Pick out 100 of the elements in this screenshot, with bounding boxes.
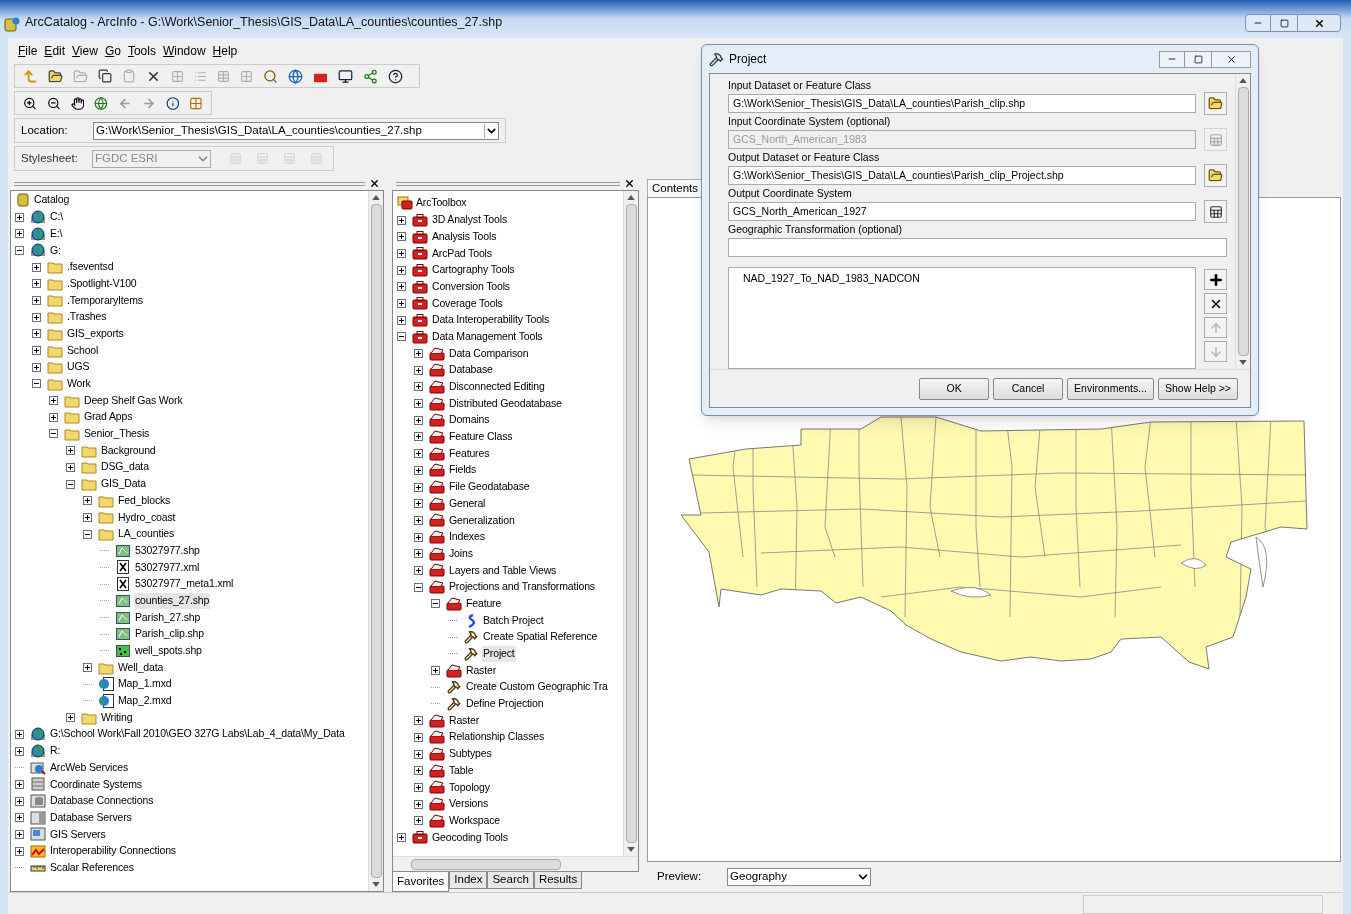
tree-item[interactable]: Generalization — [448, 512, 516, 529]
menu-item[interactable]: File — [18, 42, 38, 60]
tree-item[interactable]: Geocoding Tools — [431, 829, 509, 846]
tree-item[interactable]: Relationship Classes — [448, 729, 546, 746]
tree-item[interactable]: Projections and Transformations — [448, 579, 596, 596]
tree-item[interactable]: 53027977.shp — [134, 542, 201, 559]
tree-item[interactable]: C:\ — [49, 209, 64, 225]
list-item[interactable]: NAD_1927_To_NAD_1983_NADCON — [729, 270, 1195, 288]
dialog-button[interactable]: Show Help >> — [1158, 377, 1238, 400]
tree-item[interactable]: Database Connections — [49, 793, 155, 809]
expander-box[interactable] — [397, 265, 406, 275]
scroll-down-icon[interactable] — [627, 847, 635, 852]
model-builder-icon[interactable] — [363, 68, 378, 84]
tree-item[interactable]: Writing — [100, 709, 134, 726]
expander-box[interactable] — [83, 512, 92, 522]
expander-box[interactable] — [15, 846, 24, 856]
expander-box[interactable] — [83, 663, 92, 673]
expander-box[interactable] — [397, 298, 406, 308]
expander-box[interactable] — [414, 415, 423, 425]
expander-box[interactable] — [83, 529, 92, 539]
search-icon[interactable] — [263, 68, 278, 84]
expander-box[interactable] — [414, 449, 423, 459]
panel-tab[interactable]: Index — [449, 872, 488, 889]
expander-box[interactable] — [397, 332, 406, 342]
expander-box[interactable] — [414, 716, 423, 726]
tree-item[interactable]: Subtypes — [448, 746, 493, 762]
properties-button[interactable] — [1204, 200, 1227, 223]
expander-box[interactable] — [414, 349, 423, 359]
tree-item[interactable]: Work — [66, 376, 92, 392]
pan-icon[interactable] — [70, 95, 85, 111]
horizontal-scrollbar[interactable] — [393, 856, 638, 871]
tree-item[interactable]: Coordinate Systems — [49, 776, 143, 793]
tree-item[interactable]: Well_data — [117, 659, 165, 676]
tree-item[interactable]: Create Spatial Reference — [482, 629, 599, 646]
menu-item[interactable]: Help — [212, 42, 238, 60]
tree-item[interactable]: Feature — [465, 595, 503, 612]
identify-icon[interactable] — [165, 95, 180, 111]
help-icon[interactable] — [388, 68, 403, 84]
tree-item[interactable]: Disconnected Editing — [448, 379, 546, 395]
browse-button[interactable] — [1204, 92, 1227, 115]
minimize-button[interactable] — [1245, 14, 1271, 32]
tree-item[interactable]: Batch Project — [482, 612, 545, 629]
menu-item[interactable]: View — [72, 42, 98, 60]
expander-box[interactable] — [414, 582, 423, 592]
tree-item[interactable]: Analysis Tools — [431, 228, 498, 245]
tree-item[interactable]: Indexes — [448, 529, 486, 545]
tree-item[interactable]: .TemporaryItems — [66, 292, 144, 309]
scroll-down-icon[interactable] — [1239, 360, 1247, 365]
expander-box[interactable] — [32, 346, 41, 356]
tree-item[interactable]: LA_counties — [117, 526, 176, 542]
tree-item[interactable]: ArcToolbox — [416, 195, 467, 212]
expander-box[interactable] — [414, 382, 423, 392]
tree-item[interactable]: Feature Class — [448, 429, 514, 445]
expander-box[interactable] — [49, 429, 58, 439]
tree-item[interactable]: Hydro_coast — [117, 509, 177, 526]
tree-item[interactable]: Raster — [465, 662, 498, 679]
expander-box[interactable] — [397, 315, 406, 325]
scroll-down-icon[interactable] — [372, 882, 380, 887]
expander-box[interactable] — [397, 832, 406, 842]
tree-item[interactable]: .Trashes — [66, 309, 108, 326]
tree-item[interactable]: Cartography Tools — [431, 262, 516, 278]
tree-item[interactable]: Scalar References — [49, 859, 135, 876]
tree-item[interactable]: Parish_clip.shp — [134, 626, 205, 643]
panel-tab[interactable]: Search — [487, 872, 534, 889]
expander-box[interactable] — [83, 496, 92, 506]
copy-icon[interactable] — [98, 69, 112, 83]
dialog-button[interactable]: OK — [919, 377, 990, 400]
menu-item[interactable]: Edit — [44, 42, 66, 60]
tree-item[interactable]: Interoperability Connections — [49, 843, 177, 860]
expander-box[interactable] — [15, 779, 24, 789]
tree-item[interactable]: UGS — [66, 359, 91, 376]
expander-box[interactable] — [414, 565, 423, 575]
expander-box[interactable] — [414, 515, 423, 525]
tree-item[interactable]: ArcWeb Services — [49, 759, 130, 776]
expander-box[interactable] — [414, 465, 423, 475]
expander-box[interactable] — [397, 282, 406, 292]
location-field[interactable]: G:\Work\Senior_Thesis\GIS_Data\LA_counties\counties_27.shp — [93, 121, 499, 140]
scrollbar[interactable] — [623, 191, 638, 856]
expander-box[interactable] — [32, 379, 41, 389]
tree-item[interactable]: General — [448, 495, 487, 512]
tree-item[interactable]: Joins — [448, 545, 474, 562]
tree-item[interactable]: G: — [49, 242, 62, 259]
tree-item[interactable]: .fseventsd — [66, 259, 115, 275]
tree-item[interactable]: Senior_Thesis — [83, 426, 151, 442]
expander-box[interactable] — [414, 499, 423, 509]
expander-box[interactable] — [32, 279, 41, 289]
tree-item[interactable]: Domains — [448, 412, 491, 429]
close-icon[interactable] — [369, 178, 380, 189]
expander-box[interactable] — [414, 782, 423, 792]
expander-box[interactable] — [49, 396, 58, 406]
tree-item[interactable]: Data Management Tools — [431, 328, 544, 345]
scrollbar[interactable] — [1235, 74, 1250, 369]
tree-item[interactable]: Project — [482, 646, 516, 662]
list-tool-button[interactable] — [1204, 269, 1227, 290]
tree-item[interactable]: Distributed Geodatabase — [448, 395, 563, 412]
tree-item[interactable]: Table — [448, 762, 475, 779]
zoom-out-icon[interactable] — [46, 95, 61, 111]
zoom-in-icon[interactable] — [23, 95, 37, 111]
expander-box[interactable] — [397, 215, 406, 225]
tree-item[interactable]: GIS Servers — [49, 826, 107, 843]
